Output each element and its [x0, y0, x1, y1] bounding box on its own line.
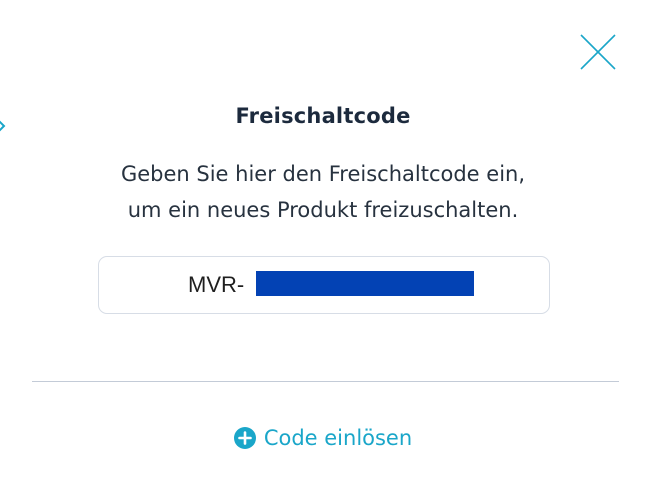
- close-icon: [580, 34, 616, 70]
- description-line-1: Geben Sie hier den Freischaltcode ein,: [120, 162, 526, 186]
- redeem-code-label: Code einlösen: [263, 426, 413, 450]
- plus-circle-icon: [233, 427, 256, 449]
- dialog-title: Freischaltcode: [235, 104, 411, 128]
- redeem-code-button[interactable]: Code einlösen: [0, 420, 646, 456]
- redacted-code-block: [256, 271, 474, 296]
- unlock-code-dialog: Freischaltcode Geben Sie hier den Freisc…: [0, 0, 646, 498]
- unlock-code-input[interactable]: MVR-: [98, 256, 550, 314]
- dialog-description: Geben Sie hier den Freischaltcode ein, u…: [0, 156, 646, 228]
- close-button[interactable]: [578, 32, 618, 72]
- unlock-code-value: MVR-: [188, 272, 245, 297]
- redeem-code-button-content: Code einlösen: [233, 426, 413, 450]
- divider: [32, 381, 619, 382]
- description-line-2: um ein neues Produkt freizuschalten.: [127, 198, 519, 222]
